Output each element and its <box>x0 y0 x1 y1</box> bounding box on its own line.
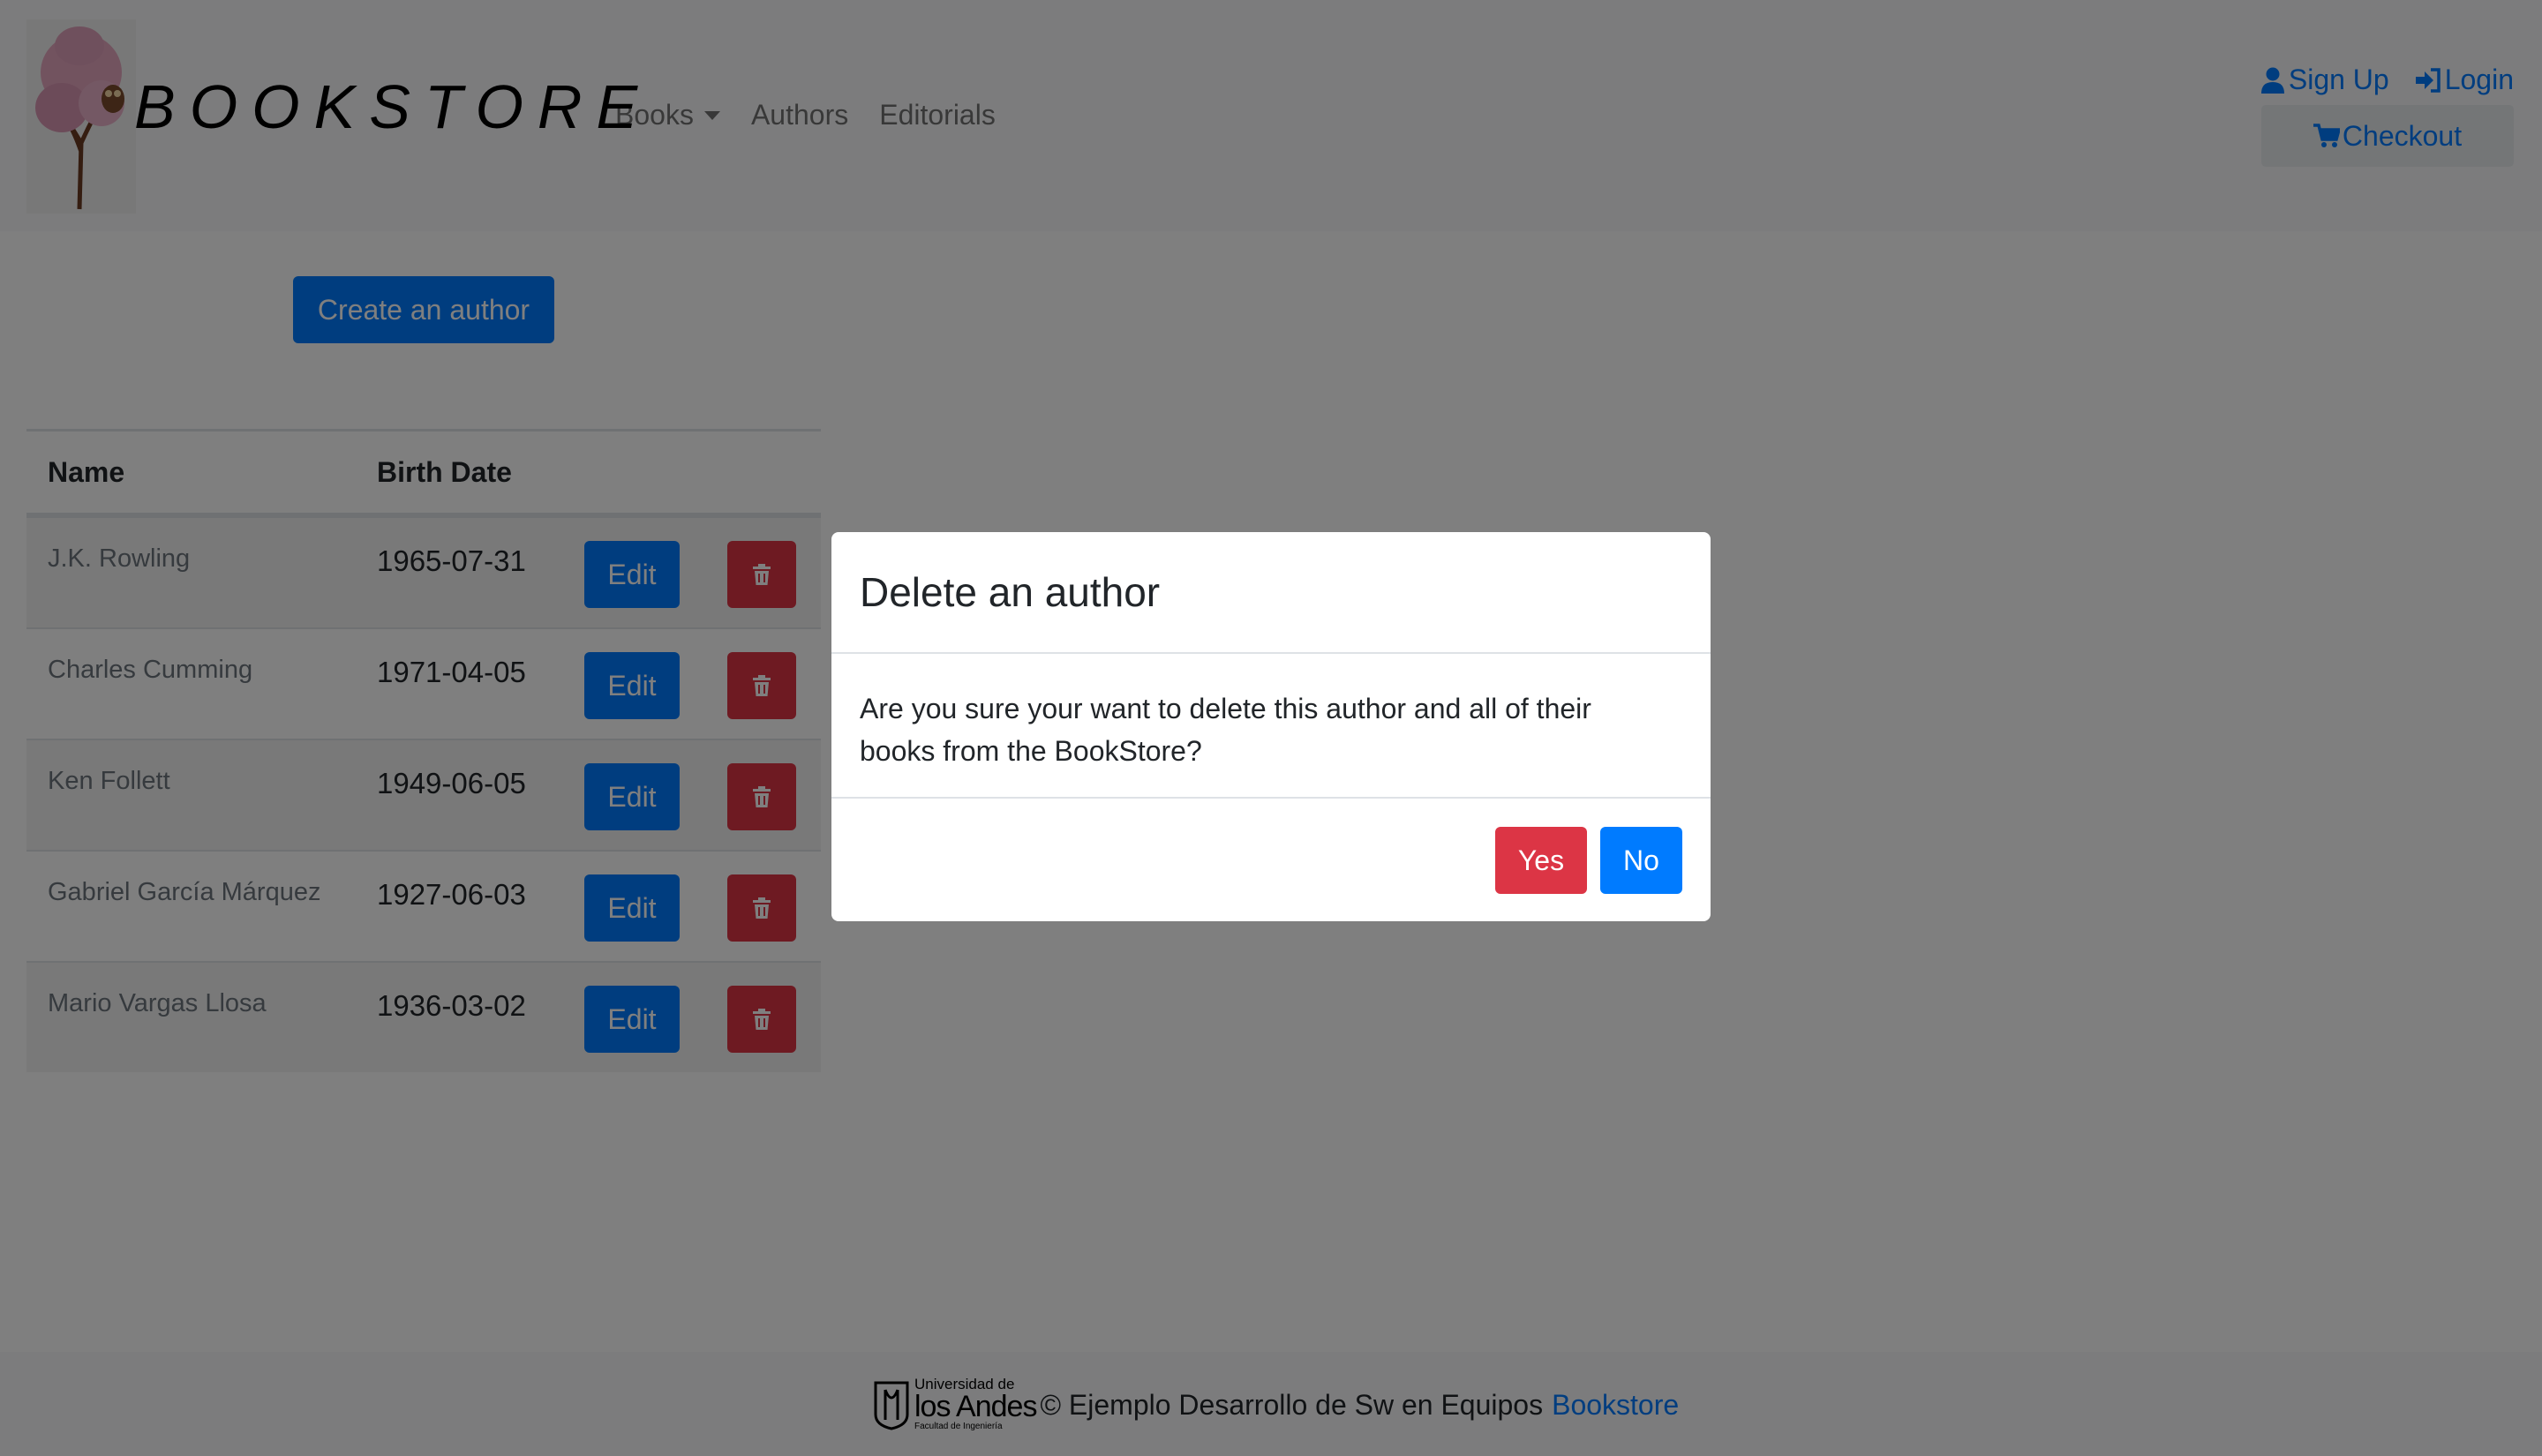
page: BOOKSTORE Books Authors Editorials Sign … <box>0 0 2542 1456</box>
modal-message-line-2: books from the BookStore? <box>860 735 1202 767</box>
confirm-yes-button[interactable]: Yes <box>1495 827 1587 894</box>
modal-header: Delete an author <box>831 532 1711 654</box>
modal-footer: Yes No <box>831 799 1711 921</box>
modal-message-line-1: Are you sure your want to delete this au… <box>860 693 1591 724</box>
modal-body: Are you sure your want to delete this au… <box>831 654 1711 799</box>
modal-title: Delete an author <box>860 569 1161 615</box>
delete-author-modal: Delete an author Are you sure your want … <box>831 532 1711 921</box>
cancel-no-button[interactable]: No <box>1600 827 1682 894</box>
